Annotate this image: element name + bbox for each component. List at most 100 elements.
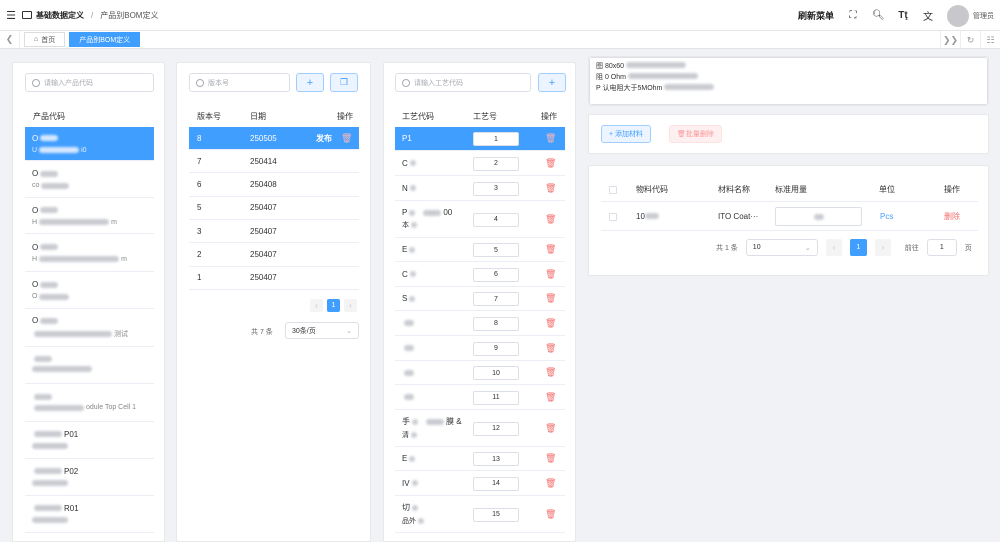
table-row[interactable]: 2 250407 [189,244,359,267]
process-no-input[interactable]: 15 [473,507,519,522]
process-no-input[interactable]: 5 [473,243,519,257]
list-item[interactable] [25,347,154,384]
row-checkbox[interactable] [609,212,617,221]
process-no-input[interactable]: 7 [473,292,519,306]
version-search-input[interactable]: 版本号 [189,73,290,92]
table-row[interactable]: C 6 🗑︎ [395,262,565,287]
material-page-size-select[interactable]: 10 ⌄ [745,239,818,256]
table-row[interactable]: 切品外 15 🗑︎ [395,496,565,533]
delete-icon[interactable]: 🗑︎ [545,453,556,464]
process-no-input[interactable]: 1 [473,132,519,146]
process-no-input[interactable]: 10 [473,366,519,380]
next-page-button[interactable]: › [344,299,357,312]
publish-link[interactable]: 发布 [316,133,332,144]
username[interactable]: 管理员 [973,11,994,21]
product-search-input[interactable]: 请输入产品代码 [25,73,154,92]
translate-icon[interactable]: 文 [922,8,934,23]
fullscreen-icon[interactable]: ⛶ [847,10,859,21]
table-row[interactable]: 9 🗑︎ [395,336,565,361]
goto-page-input[interactable]: 1 [926,239,957,256]
prev-page-button[interactable]: ‹ [310,299,323,312]
select-all-checkbox[interactable] [609,185,617,194]
avatar[interactable] [947,4,969,27]
tags-scroll-right-icon[interactable]: ❯❯ [940,31,960,49]
table-row[interactable]: 7 250414 [189,150,359,174]
delete-icon[interactable]: 🗑︎ [545,214,556,225]
add-material-button[interactable]: + 添加材料 [601,125,652,143]
add-process-button[interactable]: + [538,73,566,92]
delete-icon[interactable]: 🗑︎ [545,367,556,378]
table-row[interactable]: E 13 🗑︎ [395,447,565,471]
table-row[interactable]: N 3 🗑︎ [395,176,565,201]
refresh-menu-button[interactable]: 刷新菜单 [798,9,834,22]
breadcrumb-root[interactable]: 基础数据定义 [36,10,84,21]
table-row[interactable]: IV 14 🗑︎ [395,471,565,496]
table-row[interactable]: 手 膜 & 清 12 🗑︎ [395,410,565,447]
copy-version-button[interactable]: ❐ [330,73,358,92]
tag-home[interactable]: ⌂ 首页 [24,32,66,47]
table-row[interactable]: 3 250407 [189,220,359,244]
add-version-button[interactable]: + [296,73,324,92]
page-number[interactable]: 1 [849,239,867,256]
grid-menu-icon[interactable]: ☷ [980,31,1000,49]
delete-icon[interactable]: 🗑︎ [545,244,556,255]
table-row[interactable]: 1 250407 [189,267,359,290]
list-item[interactable]: P01 [25,422,154,459]
tags-scroll-left-icon[interactable]: ❮ [0,30,20,49]
batch-delete-button[interactable]: 🗑︎ 批量删除 [669,125,722,143]
table-row[interactable]: 6 250408 [189,174,359,197]
delete-icon[interactable]: 🗑︎ [545,318,556,329]
table-row[interactable]: P 00 本 4 🗑︎ [395,201,565,238]
page-number[interactable]: 1 [327,299,340,312]
list-item[interactable]: R01 [25,496,154,533]
list-item[interactable]: odule Top Cell 1 [25,384,154,422]
delete-icon[interactable]: 🗑︎ [545,293,556,304]
search-icon[interactable]: 🔍︎ [872,10,885,21]
table-row[interactable]: 11 🗑︎ [395,385,565,410]
table-row[interactable]: 5 250407 [189,197,359,220]
table-row[interactable]: E 5 🗑︎ [395,238,565,262]
tag-current[interactable]: 产品别BOM定义 [69,32,141,47]
description-textarea[interactable]: 图 80x60 阻 0 Ohm P 认电阻大于5MOhm [589,57,988,105]
table-row[interactable]: 8 🗑︎ [395,311,565,336]
process-no-input[interactable]: 14 [473,476,519,491]
table-row[interactable]: P1 1 🗑︎ [395,127,565,151]
table-row[interactable]: 10 🗑︎ [395,361,565,385]
table-row[interactable]: 8 250505 发布 🗑︎ [189,127,359,150]
list-item[interactable]: O Ui0 [25,127,154,161]
delete-icon[interactable]: 🗑︎ [545,478,556,489]
reload-icon[interactable]: ↻ [960,31,980,49]
process-no-input[interactable]: 6 [473,267,519,282]
delete-icon[interactable]: 🗑︎ [545,183,556,194]
font-size-icon[interactable]: Tţ [897,10,909,21]
delete-icon[interactable]: 🗑︎ [545,269,556,280]
prev-page-button[interactable]: ‹ [825,239,842,256]
list-item[interactable]: OHm [25,198,154,234]
process-no-input[interactable]: 12 [473,421,519,436]
table-row[interactable]: C 2 🗑︎ [395,151,565,176]
delete-icon[interactable]: 🗑︎ [545,133,556,144]
process-no-input[interactable]: 8 [473,316,519,331]
next-page-button[interactable]: › [874,239,891,256]
list-item[interactable]: OHm [25,234,154,272]
delete-icon[interactable]: 🗑︎ [545,343,556,354]
process-search-input[interactable]: 请输入工艺代码 [395,73,531,92]
list-item[interactable]: Oco [25,161,154,198]
list-item[interactable]: O 测试 [25,309,154,347]
delete-icon[interactable]: 🗑︎ [341,133,352,144]
list-item[interactable]: P02 [25,459,154,496]
delete-icon[interactable]: 🗑︎ [545,392,556,403]
delete-icon[interactable]: 🗑︎ [545,509,556,520]
list-item[interactable]: OO [25,272,154,309]
delete-icon[interactable]: 🗑︎ [545,423,556,434]
hamburger-icon[interactable]: ☰ [0,0,22,31]
process-no-input[interactable]: 11 [473,390,519,405]
delete-material-link[interactable]: 删除 [944,211,960,222]
process-no-input[interactable]: 9 [473,341,519,356]
table-row[interactable]: S 7 🗑︎ [395,287,565,311]
process-no-input[interactable]: 3 [473,181,519,196]
process-no-input[interactable]: 2 [473,156,519,171]
version-page-size-select[interactable]: 30条/页 ⌄ [285,322,359,339]
process-no-input[interactable]: 4 [473,212,519,227]
delete-icon[interactable]: 🗑︎ [545,158,556,169]
